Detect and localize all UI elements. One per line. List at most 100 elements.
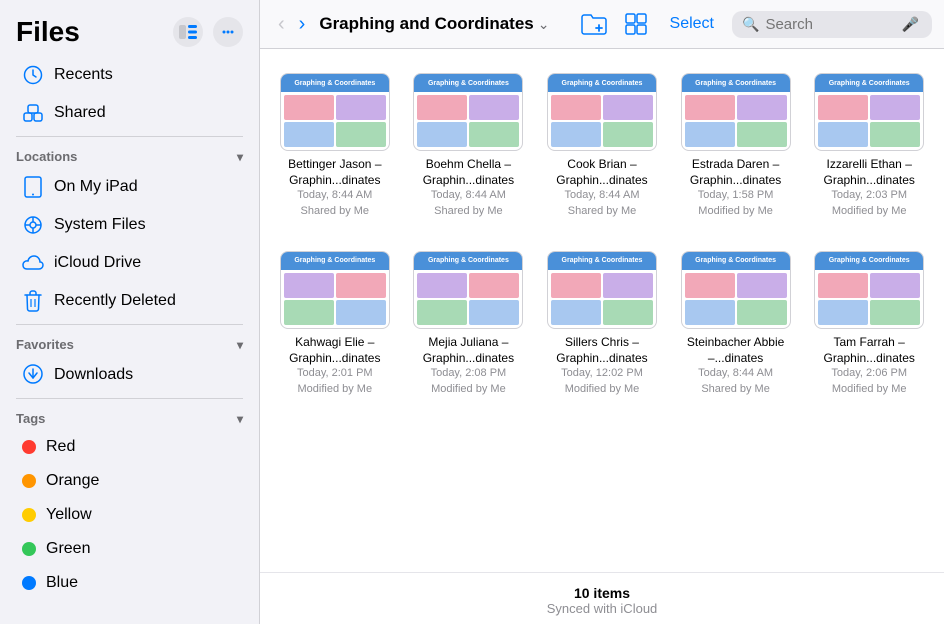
icloud-drive-label: iCloud Drive (54, 254, 141, 272)
list-item[interactable]: Graphing & Coordinates Izzarelli Ethan –… (806, 65, 932, 227)
sidebar-item-system-files[interactable]: System Files (6, 206, 253, 244)
file-meta-time: Today, 2:06 PM (831, 366, 907, 381)
file-meta-status: Modified by Me (832, 204, 907, 219)
sidebar-item-icloud-drive[interactable]: iCloud Drive (6, 244, 253, 282)
thumb-body (682, 270, 790, 328)
search-input[interactable] (765, 16, 895, 33)
tags-chevron: ▾ (237, 412, 243, 426)
folder-title: Graphing and Coordinates (319, 14, 533, 34)
breadcrumb: Graphing and Coordinates ⌄ (319, 14, 569, 34)
file-meta-time: Today, 1:58 PM (698, 188, 774, 203)
file-grid: Graphing & Coordinates Bettinger Jason –… (272, 65, 932, 405)
sidebar-toggle-button[interactable] (173, 17, 203, 47)
shared-label: Shared (54, 104, 106, 122)
thumb-header: Graphing & Coordinates (414, 252, 522, 270)
tags-label: Tags (16, 411, 45, 426)
locations-chevron: ▾ (237, 150, 243, 164)
thumb-header: Graphing & Coordinates (682, 74, 790, 92)
sidebar-item-tag-orange[interactable]: Orange (6, 464, 253, 498)
sync-status: Synced with iCloud (260, 601, 944, 616)
microphone-icon[interactable]: 🎤 (901, 16, 918, 33)
file-meta-time: Today, 8:44 AM (431, 188, 506, 203)
sidebar-item-shared[interactable]: Shared (6, 94, 253, 132)
locations-section-header[interactable]: Locations ▾ (0, 141, 259, 168)
file-name: Boehm Chella – Graphin...dinates (413, 157, 523, 188)
file-thumbnail: Graphing & Coordinates (280, 73, 390, 151)
file-meta-status: Modified by Me (832, 382, 907, 397)
on-my-ipad-label: On My iPad (54, 178, 138, 196)
recents-icon (22, 64, 44, 86)
icloud-drive-icon (22, 252, 44, 274)
folder-add-button[interactable] (578, 8, 610, 40)
file-thumbnail: Graphing & Coordinates (547, 73, 657, 151)
file-meta-time: Today, 8:44 AM (698, 366, 773, 381)
orange-dot (22, 474, 36, 488)
sidebar-item-on-my-ipad[interactable]: On My iPad (6, 168, 253, 206)
grid-view-button[interactable] (620, 8, 652, 40)
file-meta-status: Modified by Me (298, 382, 373, 397)
divider-1 (16, 136, 243, 137)
list-item[interactable]: Graphing & Coordinates Cook Brian – Grap… (539, 65, 665, 227)
sidebar-icons (173, 17, 243, 47)
forward-button[interactable]: › (293, 11, 312, 38)
sidebar-item-recently-deleted[interactable]: Recently Deleted (6, 282, 253, 320)
file-thumbnail: Graphing & Coordinates (413, 251, 523, 329)
title-chevron-icon: ⌄ (538, 16, 550, 33)
trash-icon (22, 290, 44, 312)
file-meta-status: Shared by Me (568, 204, 636, 219)
file-name: Estrada Daren – Graphin...dinates (681, 157, 791, 188)
topbar-actions: Select 🔍 🎤 (578, 8, 932, 40)
file-thumbnail: Graphing & Coordinates (681, 73, 791, 151)
divider-2 (16, 324, 243, 325)
thumb-body (548, 270, 656, 328)
sidebar-item-tag-green[interactable]: Green (6, 532, 253, 566)
list-item[interactable]: Graphing & Coordinates Tam Farrah – Grap… (806, 243, 932, 405)
file-name: Izzarelli Ethan – Graphin...dinates (814, 157, 924, 188)
file-meta-status: Modified by Me (698, 204, 773, 219)
select-button[interactable]: Select (662, 11, 722, 37)
divider-3 (16, 398, 243, 399)
list-item[interactable]: Graphing & Coordinates Kahwagi Elie – Gr… (272, 243, 398, 405)
tags-section-header[interactable]: Tags ▾ (0, 403, 259, 430)
list-item[interactable]: Graphing & Coordinates Steinbacher Abbie… (673, 243, 799, 405)
file-meta-time: Today, 8:44 AM (564, 188, 639, 203)
file-meta-time: Today, 2:01 PM (297, 366, 373, 381)
nav-buttons: ‹ › (272, 11, 311, 38)
thumb-header: Graphing & Coordinates (682, 252, 790, 270)
sidebar-item-tag-yellow[interactable]: Yellow (6, 498, 253, 532)
list-item[interactable]: Graphing & Coordinates Bettinger Jason –… (272, 65, 398, 227)
file-thumbnail: Graphing & Coordinates (814, 73, 924, 151)
file-name: Mejia Juliana – Graphin...dinates (413, 335, 523, 366)
thumb-body (281, 270, 389, 328)
file-meta-status: Shared by Me (301, 204, 369, 219)
sidebar: Files (0, 0, 260, 624)
file-meta-time: Today, 2:03 PM (831, 188, 907, 203)
tag-yellow-label: Yellow (46, 506, 92, 524)
thumb-header: Graphing & Coordinates (281, 252, 389, 270)
sidebar-item-tag-red[interactable]: Red (6, 430, 253, 464)
sidebar-item-downloads[interactable]: Downloads (6, 356, 253, 394)
sidebar-item-tag-blue[interactable]: Blue (6, 566, 253, 600)
ipad-icon (22, 176, 44, 198)
main-content: ‹ › Graphing and Coordinates ⌄ (260, 0, 944, 624)
list-item[interactable]: Graphing & Coordinates Boehm Chella – Gr… (406, 65, 532, 227)
file-name: Tam Farrah – Graphin...dinates (814, 335, 924, 366)
tag-red-label: Red (46, 438, 75, 456)
more-options-button[interactable] (213, 17, 243, 47)
file-meta-status: Modified by Me (431, 382, 506, 397)
file-meta-status: Shared by Me (434, 204, 502, 219)
list-item[interactable]: Graphing & Coordinates Estrada Daren – G… (673, 65, 799, 227)
favorites-chevron: ▾ (237, 338, 243, 352)
tag-green-label: Green (46, 540, 90, 558)
sidebar-item-recents[interactable]: Recents (6, 56, 253, 94)
file-name: Cook Brian – Graphin...dinates (547, 157, 657, 188)
favorites-section-header[interactable]: Favorites ▾ (0, 329, 259, 356)
tag-orange-label: Orange (46, 472, 99, 490)
list-item[interactable]: Graphing & Coordinates Sillers Chris – G… (539, 243, 665, 405)
list-item[interactable]: Graphing & Coordinates Mejia Juliana – G… (406, 243, 532, 405)
back-button[interactable]: ‹ (272, 11, 291, 38)
thumb-body (682, 92, 790, 150)
thumb-header: Graphing & Coordinates (815, 252, 923, 270)
thumb-header: Graphing & Coordinates (815, 74, 923, 92)
sidebar-title: Files (16, 16, 80, 48)
